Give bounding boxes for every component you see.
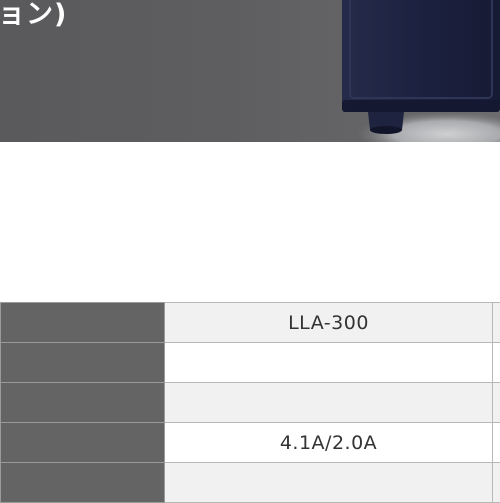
product-image bbox=[338, 0, 500, 142]
next-column-cell bbox=[493, 383, 500, 423]
row-label bbox=[1, 383, 165, 423]
table-row bbox=[1, 463, 500, 503]
row-label bbox=[1, 303, 165, 343]
spec-table: LLA-300 4.1A/2.0A bbox=[0, 302, 500, 503]
next-column-cell bbox=[493, 343, 500, 383]
table-row bbox=[1, 383, 500, 423]
table-row: 4.1A/2.0A bbox=[1, 423, 500, 463]
row-value bbox=[165, 383, 493, 423]
hero-banner: ョン) bbox=[0, 0, 500, 142]
row-value: LLA-300 bbox=[165, 303, 493, 343]
row-label bbox=[1, 463, 165, 503]
row-label bbox=[1, 423, 165, 463]
row-value bbox=[165, 343, 493, 383]
next-column-cell bbox=[493, 463, 500, 503]
row-value: 4.1A/2.0A bbox=[165, 423, 493, 463]
hero-title: ョン) bbox=[0, 0, 67, 31]
next-column-cell bbox=[493, 303, 500, 343]
row-label bbox=[1, 343, 165, 383]
next-column-cell bbox=[493, 423, 500, 463]
table-row bbox=[1, 343, 500, 383]
table-row: LLA-300 bbox=[1, 303, 500, 343]
row-value bbox=[165, 463, 493, 503]
